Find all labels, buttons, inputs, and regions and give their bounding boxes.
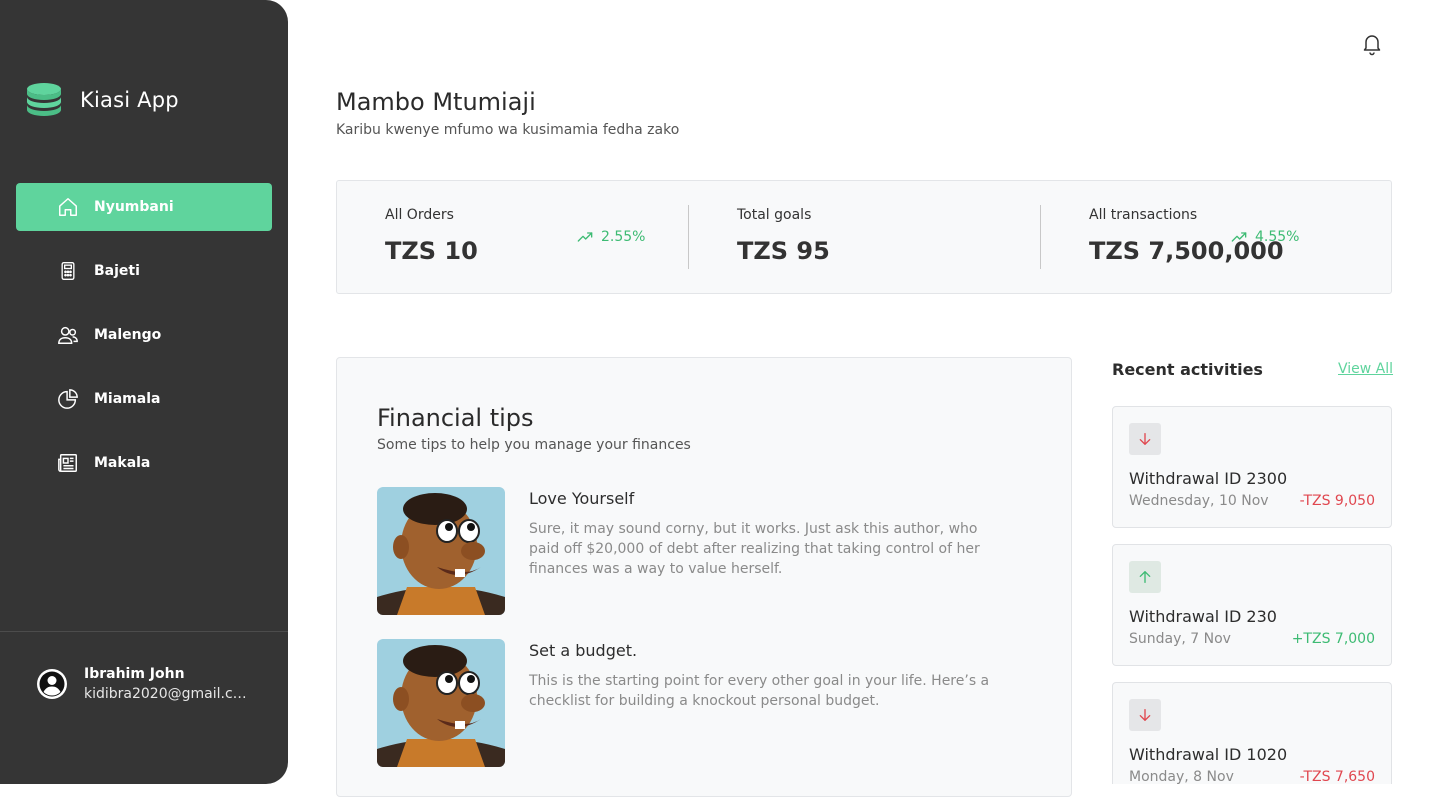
nav-item-bajeti[interactable]: Bajeti [16, 247, 272, 295]
activity-title: Withdrawal ID 2300 [1129, 469, 1288, 488]
page-title: Mambo Mtumiaji [336, 88, 536, 116]
brand[interactable]: Kiasi App [24, 80, 179, 120]
cartoon-face-image [377, 487, 505, 615]
app-name: Kiasi App [80, 88, 179, 112]
main-nav: Nyumbani Bajeti Malengo Miamala Makala [16, 183, 272, 503]
activity-card[interactable]: Withdrawal ID 1020 Monday, 8 Nov -TZS 7,… [1112, 682, 1392, 785]
nav-item-label: Malengo [94, 327, 162, 343]
tips-title: Financial tips [377, 404, 534, 432]
activity-title: Withdrawal ID 230 [1129, 607, 1277, 626]
stat-all-transactions: All transactions TZS 7,500,000 4.55% [1041, 181, 1391, 293]
tip-thumbnail [377, 487, 505, 615]
nav-item-label: Miamala [94, 391, 161, 407]
activity-title: Withdrawal ID 1020 [1129, 745, 1288, 764]
trend-up-icon [1231, 232, 1247, 242]
calculator-icon [56, 259, 80, 283]
stats-panel: All Orders TZS 10 2.55% Total goals TZS … [336, 180, 1392, 294]
activity-amount: +TZS 7,000 [1291, 631, 1375, 647]
nav-item-miamala[interactable]: Miamala [16, 375, 272, 423]
stat-value: TZS 95 [737, 237, 830, 265]
stat-label: Total goals [737, 207, 812, 223]
stat-change: 4.55% [1231, 229, 1299, 245]
activity-card[interactable]: Withdrawal ID 2300 Wednesday, 10 Nov -TZ… [1112, 406, 1392, 528]
stat-label: All Orders [385, 207, 454, 223]
page-subtitle: Karibu kwenye mfumo wa kusimamia fedha z… [336, 122, 680, 138]
nav-item-nyumbani[interactable]: Nyumbani [16, 183, 272, 231]
pie-chart-icon [56, 387, 80, 411]
activity-card[interactable]: Withdrawal ID 230 Sunday, 7 Nov +TZS 7,0… [1112, 544, 1392, 666]
arrow-down-icon [1129, 423, 1161, 455]
coins-logo-icon [27, 83, 61, 116]
sidebar: Kiasi App Nyumbani Bajeti Malengo Miamal… [0, 0, 288, 784]
stat-all-orders: All Orders TZS 10 2.55% [337, 181, 688, 293]
users-icon [56, 323, 80, 347]
stat-total-goals: Total goals TZS 95 [689, 181, 1040, 293]
user-name: Ibrahim John [84, 666, 185, 682]
stat-value: TZS 10 [385, 237, 478, 265]
stat-label: All transactions [1089, 207, 1198, 223]
tip-body: Sure, it may sound corny, but it works. … [529, 521, 980, 577]
activity-date: Monday, 8 Nov [1129, 769, 1234, 785]
tip-body: This is the starting point for every oth… [529, 673, 990, 709]
sidebar-divider [0, 631, 288, 632]
user-email: kidibra2020@gmail.com [84, 686, 252, 702]
tip-thumbnail [377, 639, 505, 767]
user-avatar-icon [37, 669, 67, 699]
tips-subtitle: Some tips to help you manage your financ… [377, 437, 691, 453]
financial-tips-card: Financial tips Some tips to help you man… [336, 357, 1072, 797]
greeting: Mambo Mtumiaji Karibu kwenye mfumo wa ku… [336, 88, 679, 138]
tip-title: Set a budget. [529, 641, 638, 660]
nav-item-label: Makala [94, 455, 151, 471]
nav-item-label: Nyumbani [94, 199, 174, 215]
activity-date: Sunday, 7 Nov [1129, 631, 1231, 647]
arrow-down-icon [1129, 699, 1161, 731]
trend-up-icon [577, 232, 593, 242]
activity-amount: -TZS 7,650 [1299, 769, 1375, 785]
activity-date: Wednesday, 10 Nov [1129, 493, 1269, 509]
arrow-up-icon [1129, 561, 1161, 593]
home-icon [56, 195, 80, 219]
nav-item-malengo[interactable]: Malengo [16, 311, 272, 359]
view-all-link[interactable]: View All [1338, 361, 1393, 377]
recent-activities-title: Recent activities [1112, 360, 1263, 379]
bell-icon[interactable] [1360, 32, 1384, 56]
tip-title: Love Yourself [529, 489, 635, 508]
user-profile[interactable]: Ibrahim John kidibra2020@gmail.com [36, 666, 252, 702]
newspaper-icon [56, 451, 80, 475]
nav-item-makala[interactable]: Makala [16, 439, 272, 487]
activity-amount: -TZS 9,050 [1299, 493, 1375, 509]
nav-item-label: Bajeti [94, 263, 140, 279]
cartoon-face-image [377, 639, 505, 767]
stat-change: 2.55% [577, 229, 645, 245]
